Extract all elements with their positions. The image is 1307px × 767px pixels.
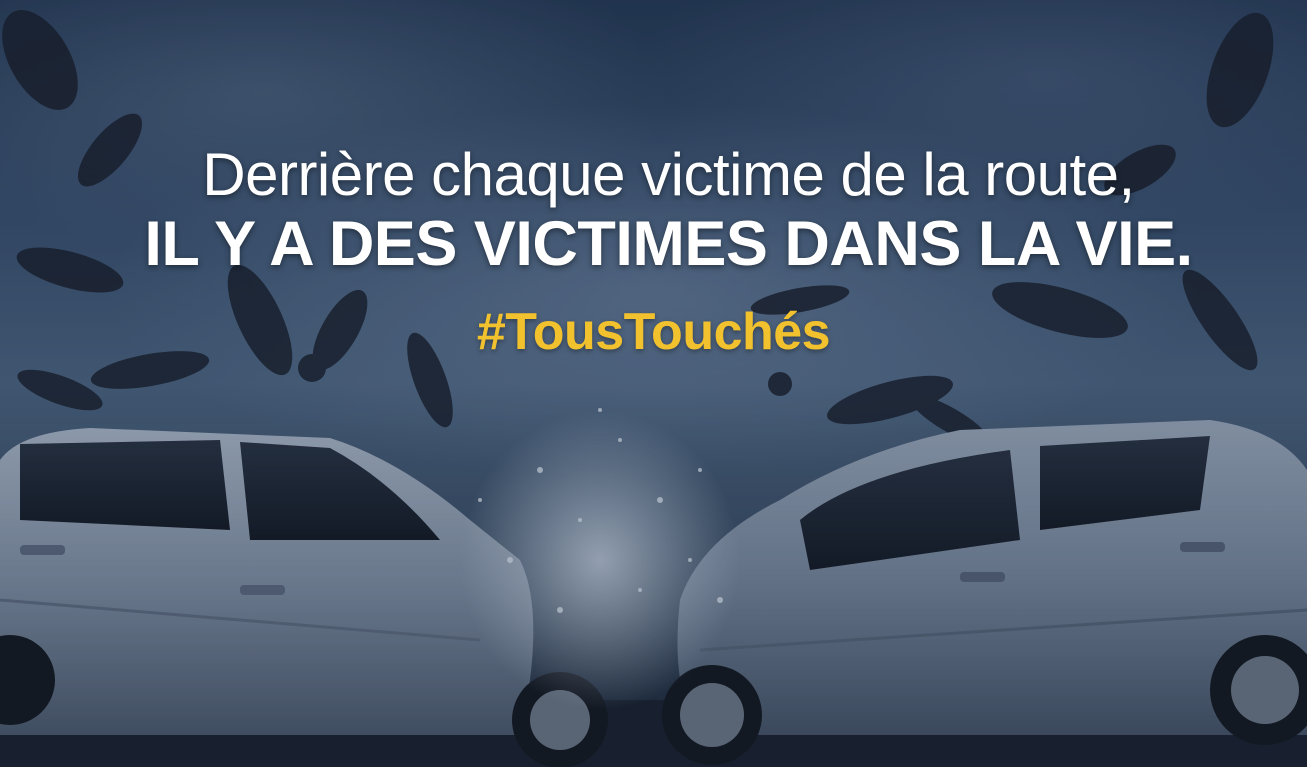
campaign-hashtag: #TousTouchés bbox=[476, 303, 831, 361]
car-crash-scene bbox=[0, 0, 1307, 767]
headline-line-1: Derrière chaque victime de la route, bbox=[202, 141, 1135, 208]
headline-line-2: IL Y A DES VICTIMES DANS LA VIE. bbox=[144, 209, 1193, 279]
campaign-poster: Derrière chaque victime de la route, IL … bbox=[0, 0, 1307, 767]
